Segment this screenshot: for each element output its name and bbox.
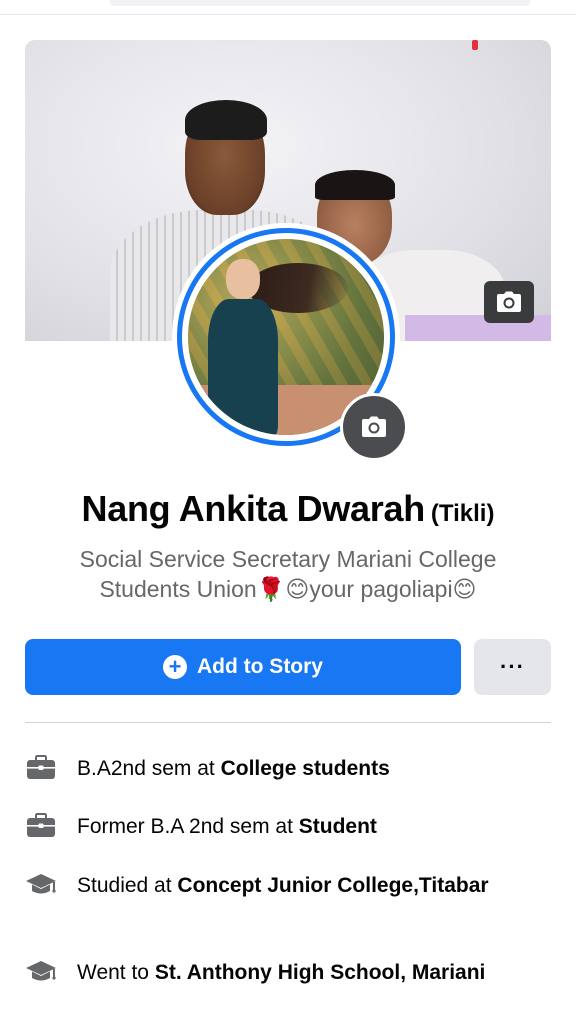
more-options-button[interactable]: ··· (474, 639, 551, 695)
info-education-2[interactable]: Went to St. Anthony High School, Mariani (25, 956, 551, 988)
profile-name-row: Nang Ankita Dwarah (Tikli) (0, 488, 576, 530)
add-to-story-button[interactable]: + Add to Story (25, 639, 461, 695)
info-text: Went to St. Anthony High School, Mariani (77, 960, 486, 984)
info-work-1[interactable]: B.A2nd sem at College students (25, 752, 551, 784)
graduation-cap-icon (25, 869, 57, 901)
edit-cover-camera-button[interactable] (484, 281, 534, 323)
info-text: Studied at Concept Junior College,Titaba… (77, 873, 489, 897)
info-text: B.A2nd sem at College students (77, 756, 390, 780)
add-to-story-label: Add to Story (197, 655, 323, 678)
top-bar-handle (110, 0, 530, 6)
divider (25, 722, 551, 723)
info-education-1[interactable]: Studied at Concept Junior College,Titaba… (25, 869, 551, 901)
profile-nickname: (Tikli) (430, 500, 495, 527)
info-work-2[interactable]: Former B.A 2nd sem at Student (25, 810, 551, 842)
profile-bio: Social Service Secretary Mariani College… (79, 546, 497, 602)
info-text: Former B.A 2nd sem at Student (77, 814, 377, 838)
briefcase-icon (25, 752, 57, 784)
top-bar (0, 0, 576, 15)
camera-icon (362, 416, 386, 437)
graduation-cap-icon (25, 956, 57, 988)
camera-icon (497, 291, 521, 312)
profile-name: Nang Ankita Dwarah (81, 488, 426, 529)
edit-profile-picture-button[interactable] (340, 393, 408, 461)
briefcase-icon (25, 810, 57, 842)
plus-circle-icon: + (163, 655, 187, 679)
